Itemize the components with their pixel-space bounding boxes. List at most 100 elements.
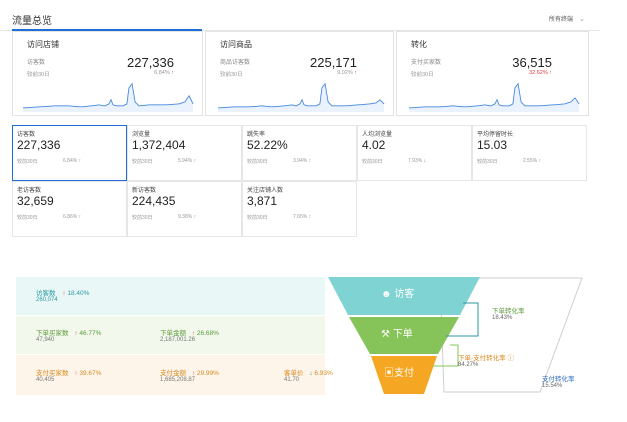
tile-label: 访客数 (17, 132, 36, 138)
metric-label: 支付金额 (160, 370, 186, 377)
metric-change: 18.40% (67, 290, 90, 297)
stage-label-visit: ☻ 访客 (381, 285, 414, 300)
tile-value: 4.02 (362, 138, 386, 152)
arrow-up-icon: ↑ (191, 330, 196, 337)
stage-order-text: 下单 (392, 329, 413, 340)
card-value: 36,515 (512, 55, 552, 70)
metric-label: 支付买家数 (36, 370, 69, 377)
card-change: 32.62% ↑ (529, 70, 552, 76)
tile-label: 人均浏览量 (362, 132, 393, 138)
metric-value: 1,685,208.87 (160, 377, 196, 383)
tile-change: 7.93% ↓ (408, 158, 426, 164)
tile-change: 7.65% ↑ (293, 214, 311, 220)
tile-value: 32,659 (17, 194, 54, 208)
arrow-up-icon: ↑ (538, 158, 542, 164)
tile-label: 老访客数 (17, 188, 42, 194)
card-title: 访问商品 (220, 40, 252, 49)
rate-pay-value: 15.54% (542, 383, 563, 389)
trend-sparkline (408, 82, 580, 112)
tile-change-value: 6.86% (63, 214, 78, 220)
chevron-down-icon: ⌄ (579, 16, 585, 23)
card-change-value: 9.02% (337, 70, 353, 76)
tile-avg-duration[interactable]: 平均停留时长 15.03 较前30日 2.55% ↑ (472, 125, 587, 181)
metric-value: 260,074 (36, 297, 58, 303)
tile-change: 9.38% ↑ (178, 214, 196, 220)
tile-value: 227,336 (17, 138, 61, 152)
tile-label: 新访客数 (132, 188, 157, 194)
funnel-metric-visitors: 访客数 ↑ 18.40% (36, 287, 89, 297)
tile-change: 3.94% ↑ (293, 158, 311, 164)
tile-compare: 较前30日 (362, 159, 383, 165)
funnel-metric-order-amount: 下单金额 ↑ 26.68% (160, 327, 219, 337)
card-store-visits[interactable]: 访问店铺 访客数 较前30日 227,336 6.84% ↑ (12, 31, 203, 116)
metric-label: 下单买家数 (36, 330, 69, 337)
tile-change-value: 2.55% (523, 158, 538, 164)
card-conversion[interactable]: 转化 支付买家数 较前30日 36,515 32.62% ↑ (396, 31, 589, 116)
tile-value: 224,435 (132, 194, 176, 208)
metric-label: 下单金额 (160, 330, 186, 337)
tile-change: 6.84% ↑ (63, 158, 81, 164)
card-product-visits[interactable]: 访问商品 商品访客数 较前30日 225,171 9.02% ↑ (205, 31, 394, 116)
card-change-value: 32.62% (529, 70, 548, 76)
tile-compare: 较前30日 (17, 159, 38, 165)
tile-change: 5.94% ↑ (178, 158, 196, 164)
card-title: 访问店铺 (27, 40, 59, 49)
tile-value: 52.22% (247, 138, 288, 152)
card-change: 9.02% ↑ (337, 70, 357, 76)
info-icon[interactable]: ⓘ (507, 355, 514, 362)
arrow-up-icon: ↑ (74, 330, 78, 337)
rate-order-label: 下单转化率 (492, 308, 525, 315)
tile-followers[interactable]: 关注店铺人数 3,871 较前30日 7.65% ↑ (242, 181, 357, 237)
rate-pay-label: 支付转化率 (542, 376, 575, 383)
tile-change-value: 7.65% (293, 214, 308, 220)
arrow-down-icon: ↓ (309, 370, 313, 377)
tile-bounce-rate[interactable]: 跳失率 52.22% 较前30日 3.94% ↑ (242, 125, 357, 181)
rate-order-pay-label: 下单-支付转化率 ⓘ (458, 352, 514, 362)
metric-value: 40,405 (36, 377, 55, 383)
page-title: 流量总览 (12, 16, 52, 27)
card-compare: 较前30日 (220, 72, 243, 78)
tile-pageviews[interactable]: 浏览量 1,372,404 较前30日 5.94% ↑ (127, 125, 242, 181)
tile-returning-visitors[interactable]: 老访客数 32,659 较前30日 6.86% ↑ (12, 181, 127, 237)
card-change: 6.84% ↑ (154, 70, 174, 76)
arrow-up-icon: ↑ (171, 70, 174, 76)
trend-sparkline (22, 82, 194, 112)
stage-label-pay: ▣支付 (384, 364, 414, 379)
metric-value: 2,187,001.26 (160, 337, 196, 343)
tile-avg-pageviews[interactable]: 人均浏览量 4.02 较前30日 7.93% ↓ (357, 125, 472, 181)
tile-compare: 较前30日 (132, 159, 153, 165)
metric-change: 26.68% (196, 330, 219, 337)
tile-visitors[interactable]: 访客数 227,336 较前30日 6.84% ↑ (12, 125, 127, 181)
metric-change: 46.77% (79, 330, 102, 337)
arrow-up-icon: ↑ (308, 158, 312, 164)
stage-pay-text: 支付 (394, 368, 414, 379)
tile-label: 关注店铺人数 (247, 188, 284, 194)
arrow-up-icon: ↑ (193, 158, 197, 164)
tile-change-value: 5.94% (178, 158, 193, 164)
tile-compare: 较前30日 (477, 159, 498, 165)
card-metric: 支付买家数 (411, 60, 442, 66)
rate-order-value: 18.43% (492, 315, 513, 321)
tile-value: 15.03 (477, 138, 508, 152)
tile-label: 平均停留时长 (477, 132, 514, 138)
card-compare: 较前30日 (411, 72, 434, 78)
channel-select[interactable]: 所有终端 ⌄ (549, 14, 585, 23)
arrow-down-icon: ↓ (423, 158, 427, 164)
tile-change-value: 3.94% (293, 158, 308, 164)
card-value: 225,171 (310, 55, 357, 70)
metric-change: 39.67% (79, 370, 102, 377)
card-icon: ▣ (384, 368, 394, 379)
funnel-metric-pay-amount: 支付金额 ↑ 29.99% (160, 367, 219, 377)
tile-value: 3,871 (247, 194, 278, 208)
arrow-up-icon: ↑ (354, 70, 357, 76)
tile-compare: 较前30日 (17, 215, 38, 221)
card-metric: 商品访客数 (220, 60, 251, 66)
tile-new-visitors[interactable]: 新访客数 224,435 较前30日 9.38% ↑ (127, 181, 242, 237)
gavel-icon: ⚒ (381, 329, 390, 340)
tile-label: 跳失率 (247, 132, 266, 138)
arrow-up-icon: ↑ (193, 214, 197, 220)
tile-change: 6.86% ↑ (63, 214, 81, 220)
arrow-up-icon: ↑ (191, 370, 196, 377)
tile-change-value: 9.38% (178, 214, 193, 220)
arrow-up-icon: ↑ (62, 290, 66, 297)
